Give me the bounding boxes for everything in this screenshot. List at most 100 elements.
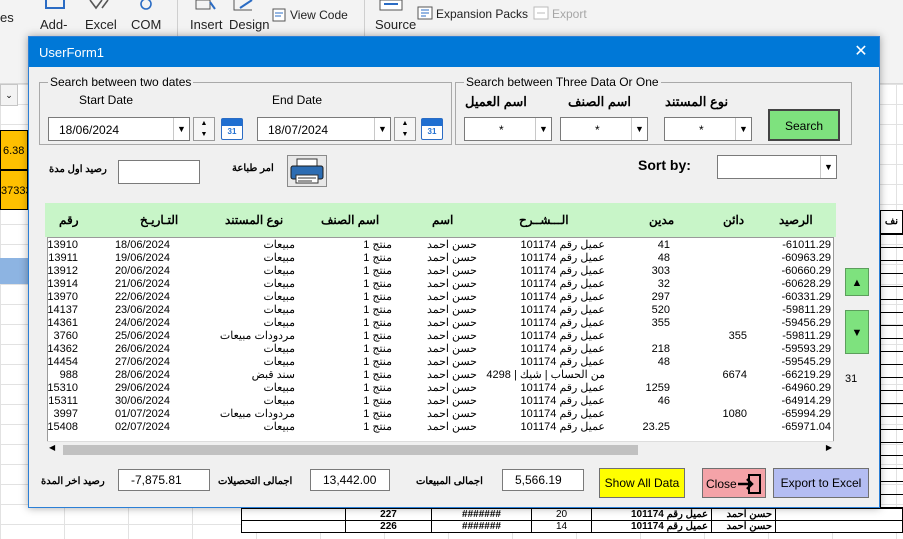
list-item[interactable]: 14362 26/06/2024 مبيعات منتج 1 حسن احمد عميل … [48, 343, 833, 356]
cell-number: 14137 [47, 304, 78, 316]
sales-field[interactable]: 5,566.19 [502, 469, 584, 491]
dates-frame-caption: Search between two dates [48, 75, 194, 89]
chevron-down-icon[interactable]: ▼ [374, 118, 390, 140]
cell-date: 21/06/2024 [114, 278, 170, 290]
doc-type-combo[interactable]: * ▼ [664, 117, 752, 141]
spin-down-icon[interactable]: ▼ [395, 129, 415, 140]
sheet-cell-a[interactable]: 6.38 [0, 130, 28, 170]
list-header: الرصيد دائن مدين الـــشــرح اسم اسم الصن… [45, 203, 836, 237]
cell-item: منتج 1 [363, 408, 392, 420]
spin-up-icon[interactable]: ▲ [194, 118, 214, 129]
list-item[interactable]: 13970 22/06/2024 مبيعات منتج 1 حسن احمد عميل … [48, 291, 833, 304]
name-box-dropdown[interactable]: ⌄ [0, 84, 18, 106]
export-to-excel-button[interactable]: Export to Excel [773, 468, 869, 498]
list-item[interactable]: 14137 23/06/2024 مبيعات منتج 1 حسن احمد عميل … [47, 304, 833, 317]
cell-doc-type: مردودات مبيعات [219, 330, 295, 342]
list-item[interactable]: 13911 19/06/2024 مبيعات منتج 1 حسن احمد عميل … [48, 252, 833, 265]
cell-balance: -65971.04 [781, 421, 831, 433]
cell-balance: -60660.29 [781, 265, 831, 277]
item-combo[interactable]: * ▼ [560, 117, 648, 141]
end-date-combo[interactable]: 18/07/2024 ▼ [257, 117, 391, 141]
sheet-row-name: حسن احمد [711, 508, 776, 521]
sheet-bottom-rows: 227 ####### 20 عميل رقم 101174 حسن احمد … [241, 508, 903, 533]
cell-date: 20/06/2024 [114, 265, 170, 277]
list-item[interactable]: 988 28/06/2024 سند قبض منتج 1 حسن احمد من الح… [48, 369, 833, 382]
record-count: 31 [845, 373, 858, 385]
chevron-down-icon[interactable]: ▼ [735, 118, 751, 140]
close-icon[interactable]: ✕ [851, 42, 871, 62]
title-bar[interactable]: UserForm1 ✕ [29, 37, 879, 67]
chevron-down-icon[interactable]: ▼ [535, 118, 551, 140]
printer-icon [290, 158, 324, 184]
cell-debit: 1259 [645, 382, 670, 394]
cell-description: عميل رقم 101174 [520, 343, 605, 355]
scroll-right-icon[interactable]: ▶ [826, 443, 832, 452]
search-button[interactable]: Search [768, 109, 840, 141]
ribbon-insert[interactable]: Insert [190, 17, 223, 32]
end-calendar-icon[interactable]: 31 [421, 118, 443, 140]
cell-name: حسن احمد [426, 252, 477, 264]
cell-balance: -64960.29 [781, 382, 831, 394]
collections-field[interactable]: 13,442.00 [310, 469, 390, 491]
col-item: اسم الصنف [321, 213, 380, 227]
list-item[interactable]: 13914 21/06/2024 مبيعات منتج 1 حسن احمد عميل … [47, 278, 833, 291]
list-item[interactable]: 3997 01/07/2024 مردودات مبيعات منتج 1 حسن اح… [48, 408, 833, 421]
spin-up-icon[interactable]: ▲ [395, 118, 415, 129]
sheet-row[interactable]: 226 ####### 14 عميل رقم 101174 حسن احمد [241, 520, 903, 533]
cell-balance: -60628.29 [781, 278, 831, 290]
cell-item: منتج 1 [363, 356, 392, 368]
start-date-spinner[interactable]: ▲ ▼ [193, 117, 215, 141]
cell-number: 13911 [48, 252, 78, 264]
ribbon-add-ins[interactable]: Add- [40, 17, 67, 32]
cell-debit: 46 [657, 395, 670, 407]
opening-balance-field[interactable] [118, 160, 200, 184]
cell-date: 01/07/2024 [114, 408, 170, 420]
ribbon-design[interactable]: Design [229, 17, 269, 32]
sheet-row[interactable]: 227 ####### 20 عميل رقم 101174 حسن احمد [241, 508, 903, 521]
customer-combo[interactable]: * ▼ [464, 117, 552, 141]
list-item[interactable]: 15408 02/07/2024 مبيعات منتج 1 حسن احمد عميل … [48, 421, 833, 434]
ribbon-com[interactable]: COM [131, 17, 161, 32]
closing-balance-field[interactable]: -7,875.81 [118, 469, 210, 491]
move-up-button[interactable]: ▲ [845, 268, 869, 296]
move-down-button[interactable]: ▼ [845, 310, 869, 354]
cell-description: عميل رقم 101174 [520, 421, 605, 433]
sheet-cell-b[interactable]: 37333 [0, 170, 32, 210]
ribbon-view-code[interactable]: View Code [290, 8, 348, 22]
chevron-down-icon[interactable]: ▼ [631, 118, 647, 140]
transactions-listbox[interactable]: 13910 18/06/2024 مبيعات منتج 1 حسن احمد عميل … [47, 237, 834, 455]
cell-description: عميل رقم 101174 [520, 291, 605, 303]
sort-by-combo[interactable]: ▼ [717, 155, 837, 179]
cell-number: 13914 [47, 278, 78, 290]
list-item[interactable]: 13912 20/06/2024 مبيعات منتج 1 حسن احمد عميل … [48, 265, 833, 278]
horizontal-scrollbar[interactable]: ◀ ▶ [47, 441, 834, 457]
cell-doc-type: مبيعات [263, 356, 295, 368]
cell-item: منتج 1 [363, 369, 392, 381]
selected-cell[interactable] [0, 258, 28, 284]
close-button[interactable]: Close [702, 468, 766, 498]
sheet-row-desc: عميل رقم 101174 [591, 508, 712, 521]
spin-down-icon[interactable]: ▼ [194, 129, 214, 140]
start-calendar-icon[interactable]: 31 [221, 118, 243, 140]
list-item[interactable]: 13910 18/06/2024 مبيعات منتج 1 حسن احمد عميل … [48, 239, 833, 252]
scroll-left-icon[interactable]: ◀ [49, 443, 55, 452]
list-item[interactable]: 3760 25/06/2024 مردودات مبيعات منتج 1 حسن اح… [48, 330, 833, 343]
ribbon-source[interactable]: Source [375, 17, 416, 32]
print-button[interactable] [287, 155, 327, 187]
show-all-data-button[interactable]: Show All Data [599, 468, 685, 498]
cell-name: حسن احمد [426, 265, 477, 277]
end-date-spinner[interactable]: ▲ ▼ [394, 117, 416, 141]
list-item[interactable]: 14361 24/06/2024 مبيعات منتج 1 حسن احمد عميل … [48, 317, 833, 330]
chevron-down-icon[interactable]: ▼ [173, 118, 189, 140]
collections-label: اجمالى التحصيلات [218, 476, 293, 487]
ribbon-excel[interactable]: Excel [85, 17, 117, 32]
chevron-down-icon[interactable]: ▼ [820, 156, 836, 178]
cell-debit: 303 [651, 265, 670, 277]
start-date-combo[interactable]: 18/06/2024 ▼ [48, 117, 190, 141]
list-item[interactable]: 14454 27/06/2024 مبيعات منتج 1 حسن احمد عميل … [48, 356, 833, 369]
scroll-thumb[interactable] [63, 445, 638, 455]
ribbon-expansion-packs[interactable]: Expansion Packs [436, 7, 528, 21]
list-item[interactable]: 15310 29/06/2024 مبيعات منتج 1 حسن احمد عميل … [48, 382, 833, 395]
sheet-row-num: 226 [345, 520, 432, 533]
list-item[interactable]: 15311 30/06/2024 مبيعات منتج 1 حسن احمد عميل … [48, 395, 833, 408]
